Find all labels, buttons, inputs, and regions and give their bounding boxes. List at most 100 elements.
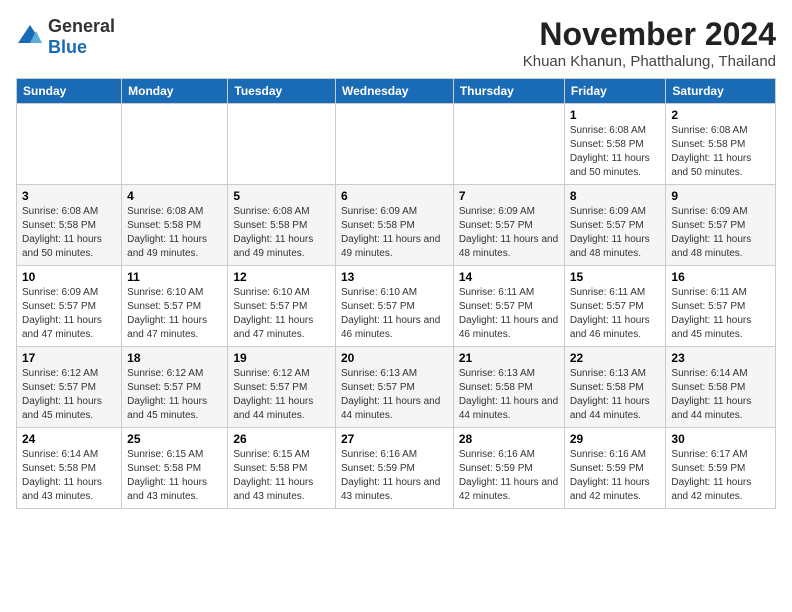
calendar-header-row: SundayMondayTuesdayWednesdayThursdayFrid… bbox=[17, 79, 776, 104]
day-info: Sunrise: 6:08 AM Sunset: 5:58 PM Dayligh… bbox=[671, 124, 770, 180]
day-info: Sunrise: 6:13 AM Sunset: 5:57 PM Dayligh… bbox=[341, 367, 448, 423]
day-info: Sunrise: 6:13 AM Sunset: 5:58 PM Dayligh… bbox=[459, 367, 559, 423]
calendar-cell: 24 Sunrise: 6:14 AM Sunset: 5:58 PM Dayli… bbox=[17, 428, 122, 509]
day-number: 10 bbox=[22, 270, 116, 284]
day-info: Sunrise: 6:15 AM Sunset: 5:58 PM Dayligh… bbox=[127, 448, 222, 504]
day-number: 25 bbox=[127, 432, 222, 446]
calendar-cell: 21 Sunrise: 6:13 AM Sunset: 5:58 PM Dayli… bbox=[453, 347, 564, 428]
calendar-cell: 16 Sunrise: 6:11 AM Sunset: 5:57 PM Dayli… bbox=[666, 266, 776, 347]
calendar-cell bbox=[228, 104, 336, 185]
page-header: General Blue November 2024 Khuan Khanun,… bbox=[16, 16, 776, 70]
day-header-friday: Friday bbox=[564, 79, 666, 104]
day-number: 5 bbox=[233, 189, 330, 203]
subtitle: Khuan Khanun, Phatthalung, Thailand bbox=[523, 53, 776, 70]
day-info: Sunrise: 6:08 AM Sunset: 5:58 PM Dayligh… bbox=[570, 124, 661, 180]
calendar-week-row: 1Sunrise: 6:08 AM Sunset: 5:58 PM Daylig… bbox=[17, 104, 776, 185]
day-info: Sunrise: 6:09 AM Sunset: 5:57 PM Dayligh… bbox=[459, 205, 559, 261]
day-info: Sunrise: 6:15 AM Sunset: 5:58 PM Dayligh… bbox=[233, 448, 330, 504]
calendar-cell: 12 Sunrise: 6:10 AM Sunset: 5:57 PM Dayli… bbox=[228, 266, 336, 347]
day-number: 15 bbox=[570, 270, 661, 284]
day-number: 30 bbox=[671, 432, 770, 446]
day-number: 27 bbox=[341, 432, 448, 446]
calendar-cell: 8Sunrise: 6:09 AM Sunset: 5:57 PM Daylig… bbox=[564, 185, 666, 266]
day-info: Sunrise: 6:08 AM Sunset: 5:58 PM Dayligh… bbox=[233, 205, 330, 261]
day-number: 8 bbox=[570, 189, 661, 203]
calendar-cell: 1Sunrise: 6:08 AM Sunset: 5:58 PM Daylig… bbox=[564, 104, 666, 185]
day-info: Sunrise: 6:11 AM Sunset: 5:57 PM Dayligh… bbox=[671, 286, 770, 342]
day-number: 12 bbox=[233, 270, 330, 284]
day-info: Sunrise: 6:12 AM Sunset: 5:57 PM Dayligh… bbox=[233, 367, 330, 423]
logo-text-general: General bbox=[48, 16, 115, 36]
calendar-cell: 11 Sunrise: 6:10 AM Sunset: 5:57 PM Dayli… bbox=[122, 266, 228, 347]
day-number: 19 bbox=[233, 351, 330, 365]
calendar-cell: 22 Sunrise: 6:13 AM Sunset: 5:58 PM Dayli… bbox=[564, 347, 666, 428]
day-number: 20 bbox=[341, 351, 448, 365]
day-header-sunday: Sunday bbox=[17, 79, 122, 104]
calendar-week-row: 3 Sunrise: 6:08 AM Sunset: 5:58 PM Daylig… bbox=[17, 185, 776, 266]
day-number: 9 bbox=[671, 189, 770, 203]
day-info: Sunrise: 6:10 AM Sunset: 5:57 PM Dayligh… bbox=[341, 286, 448, 342]
day-info: Sunrise: 6:14 AM Sunset: 5:58 PM Dayligh… bbox=[22, 448, 116, 504]
day-info: Sunrise: 6:08 AM Sunset: 5:58 PM Dayligh… bbox=[22, 205, 116, 261]
day-number: 21 bbox=[459, 351, 559, 365]
day-info: Sunrise: 6:09 AM Sunset: 5:57 PM Dayligh… bbox=[671, 205, 770, 261]
calendar-cell: 13 Sunrise: 6:10 AM Sunset: 5:57 PM Dayli… bbox=[335, 266, 453, 347]
day-number: 26 bbox=[233, 432, 330, 446]
day-info: Sunrise: 6:09 AM Sunset: 5:58 PM Dayligh… bbox=[341, 205, 448, 261]
calendar-cell bbox=[17, 104, 122, 185]
day-header-thursday: Thursday bbox=[453, 79, 564, 104]
day-info: Sunrise: 6:16 AM Sunset: 5:59 PM Dayligh… bbox=[341, 448, 448, 504]
day-number: 28 bbox=[459, 432, 559, 446]
day-number: 22 bbox=[570, 351, 661, 365]
day-info: Sunrise: 6:14 AM Sunset: 5:58 PM Dayligh… bbox=[671, 367, 770, 423]
calendar-cell: 18 Sunrise: 6:12 AM Sunset: 5:57 PM Dayli… bbox=[122, 347, 228, 428]
day-header-tuesday: Tuesday bbox=[228, 79, 336, 104]
day-info: Sunrise: 6:11 AM Sunset: 5:57 PM Dayligh… bbox=[570, 286, 661, 342]
calendar-cell: 26 Sunrise: 6:15 AM Sunset: 5:58 PM Dayli… bbox=[228, 428, 336, 509]
day-number: 18 bbox=[127, 351, 222, 365]
calendar-cell: 29 Sunrise: 6:16 AM Sunset: 5:59 PM Dayli… bbox=[564, 428, 666, 509]
logo-icon bbox=[16, 23, 44, 51]
day-number: 14 bbox=[459, 270, 559, 284]
day-info: Sunrise: 6:10 AM Sunset: 5:57 PM Dayligh… bbox=[127, 286, 222, 342]
day-number: 23 bbox=[671, 351, 770, 365]
day-number: 16 bbox=[671, 270, 770, 284]
calendar-cell: 14Sunrise: 6:11 AM Sunset: 5:57 PM Dayli… bbox=[453, 266, 564, 347]
day-number: 13 bbox=[341, 270, 448, 284]
day-number: 6 bbox=[341, 189, 448, 203]
calendar-cell: 15 Sunrise: 6:11 AM Sunset: 5:57 PM Dayli… bbox=[564, 266, 666, 347]
calendar-cell: 5 Sunrise: 6:08 AM Sunset: 5:58 PM Daylig… bbox=[228, 185, 336, 266]
day-header-wednesday: Wednesday bbox=[335, 79, 453, 104]
calendar-cell: 19 Sunrise: 6:12 AM Sunset: 5:57 PM Dayli… bbox=[228, 347, 336, 428]
calendar-cell bbox=[453, 104, 564, 185]
title-block: November 2024 Khuan Khanun, Phatthalung,… bbox=[523, 16, 776, 70]
day-number: 29 bbox=[570, 432, 661, 446]
day-info: Sunrise: 6:10 AM Sunset: 5:57 PM Dayligh… bbox=[233, 286, 330, 342]
day-info: Sunrise: 6:13 AM Sunset: 5:58 PM Dayligh… bbox=[570, 367, 661, 423]
calendar-cell: 2Sunrise: 6:08 AM Sunset: 5:58 PM Daylig… bbox=[666, 104, 776, 185]
logo: General Blue bbox=[16, 16, 115, 58]
calendar-week-row: 17 Sunrise: 6:12 AM Sunset: 5:57 PM Dayli… bbox=[17, 347, 776, 428]
day-number: 7 bbox=[459, 189, 559, 203]
calendar-cell: 10Sunrise: 6:09 AM Sunset: 5:57 PM Dayli… bbox=[17, 266, 122, 347]
day-info: Sunrise: 6:12 AM Sunset: 5:57 PM Dayligh… bbox=[127, 367, 222, 423]
calendar-cell: 27 Sunrise: 6:16 AM Sunset: 5:59 PM Dayli… bbox=[335, 428, 453, 509]
calendar-cell: 7 Sunrise: 6:09 AM Sunset: 5:57 PM Daylig… bbox=[453, 185, 564, 266]
day-info: Sunrise: 6:08 AM Sunset: 5:58 PM Dayligh… bbox=[127, 205, 222, 261]
calendar-cell bbox=[335, 104, 453, 185]
day-info: Sunrise: 6:12 AM Sunset: 5:57 PM Dayligh… bbox=[22, 367, 116, 423]
day-number: 17 bbox=[22, 351, 116, 365]
calendar-cell: 28 Sunrise: 6:16 AM Sunset: 5:59 PM Dayli… bbox=[453, 428, 564, 509]
day-number: 11 bbox=[127, 270, 222, 284]
calendar-cell: 17 Sunrise: 6:12 AM Sunset: 5:57 PM Dayli… bbox=[17, 347, 122, 428]
day-info: Sunrise: 6:16 AM Sunset: 5:59 PM Dayligh… bbox=[570, 448, 661, 504]
day-info: Sunrise: 6:16 AM Sunset: 5:59 PM Dayligh… bbox=[459, 448, 559, 504]
day-number: 4 bbox=[127, 189, 222, 203]
calendar-week-row: 24 Sunrise: 6:14 AM Sunset: 5:58 PM Dayli… bbox=[17, 428, 776, 509]
calendar-cell: 6 Sunrise: 6:09 AM Sunset: 5:58 PM Daylig… bbox=[335, 185, 453, 266]
day-number: 3 bbox=[22, 189, 116, 203]
day-header-monday: Monday bbox=[122, 79, 228, 104]
calendar-cell: 25 Sunrise: 6:15 AM Sunset: 5:58 PM Dayli… bbox=[122, 428, 228, 509]
day-number: 24 bbox=[22, 432, 116, 446]
day-info: Sunrise: 6:17 AM Sunset: 5:59 PM Dayligh… bbox=[671, 448, 770, 504]
